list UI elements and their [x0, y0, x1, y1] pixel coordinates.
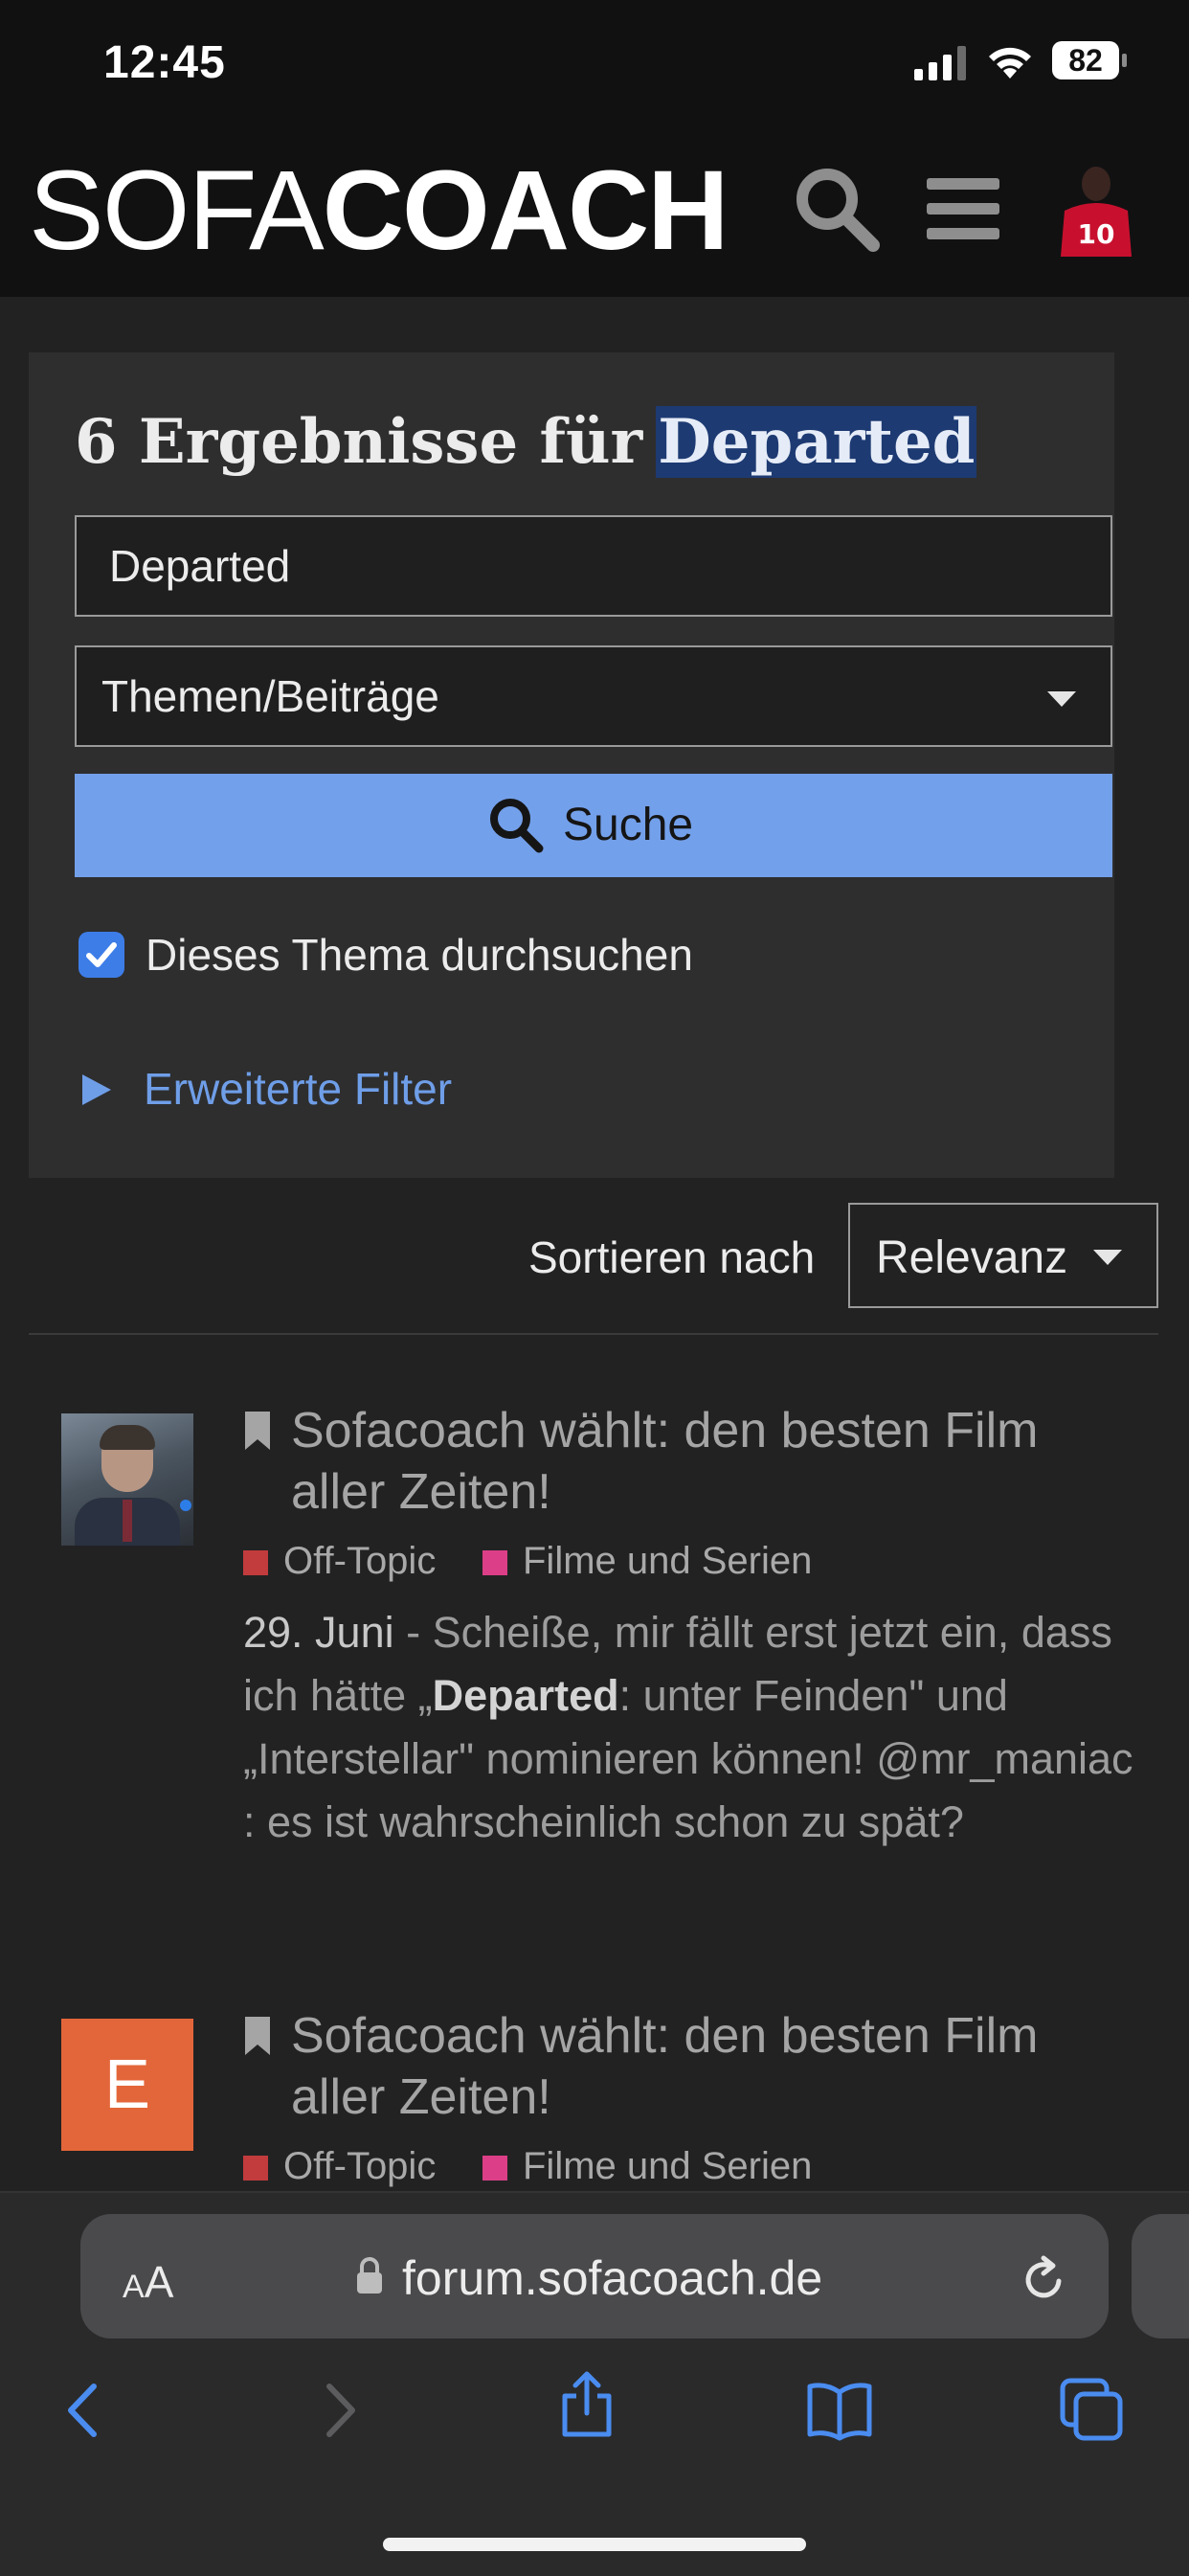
site-logo[interactable]: SOFACOACH — [29, 144, 729, 278]
advanced-filter-link[interactable]: Erweiterte Filter — [144, 1063, 452, 1115]
aa-small: A — [123, 2269, 145, 2305]
result-author-avatar[interactable] — [61, 1413, 193, 1546]
tag-color-offtopic — [243, 1550, 268, 1575]
tag-filme-serien[interactable]: Filme und Serien — [523, 1540, 812, 1583]
query-highlight: Departed — [656, 406, 977, 478]
result-snippet: 29. Juni - Scheiße, mir fällt erst jetzt… — [243, 1601, 1143, 1854]
tag-filme-serien[interactable]: Filme und Serien — [523, 2145, 812, 2188]
tag-offtopic[interactable]: Off-Topic — [283, 1540, 436, 1583]
chevron-down-icon — [1047, 691, 1076, 707]
tag-color-filme — [482, 2156, 507, 2181]
result-title-line: aller Zeiten! — [291, 2069, 551, 2125]
next-tab-pill[interactable] — [1132, 2214, 1189, 2339]
sort-label: Sortieren nach — [528, 1232, 816, 1282]
snippet-separator: - — [393, 1608, 433, 1657]
result-author-avatar[interactable]: E — [61, 2019, 193, 2151]
bookmark-icon — [245, 2017, 270, 2055]
tag-offtopic[interactable]: Off-Topic — [283, 2145, 436, 2188]
share-icon[interactable] — [553, 2371, 620, 2438]
search-this-thread-checkbox[interactable] — [79, 932, 124, 978]
status-time: 12:45 — [103, 37, 226, 88]
snippet-highlight: Departed — [432, 1671, 619, 1720]
user-avatar[interactable]: 10 — [1053, 161, 1139, 257]
svg-text:10: 10 — [1078, 218, 1115, 250]
search-input-value: Departed — [109, 541, 291, 591]
checkmark-icon — [86, 942, 117, 967]
result-title-link[interactable]: Sofacoach wählt: den besten Film aller Z… — [291, 2005, 1153, 2128]
chevron-down-icon — [1093, 1250, 1122, 1265]
bookmarks-icon[interactable] — [806, 2377, 873, 2444]
text-size-button[interactable]: AA — [123, 2256, 173, 2308]
disclosure-triangle-icon[interactable] — [82, 1074, 111, 1105]
forward-icon[interactable] — [304, 2377, 371, 2444]
cellular-signal-icon — [914, 46, 966, 80]
result-title-line: aller Zeiten! — [291, 1464, 551, 1520]
wifi-icon — [989, 47, 1031, 79]
search-icon[interactable] — [793, 165, 881, 253]
search-button-label: Suche — [563, 800, 694, 850]
battery-percent: 82 — [1068, 43, 1103, 78]
result-title-line: Sofacoach wählt: den besten Film — [291, 1403, 1039, 1458]
checkbox-label[interactable]: Dieses Thema durchsuchen — [146, 929, 693, 981]
aa-large: A — [144, 2257, 174, 2307]
search-icon — [490, 799, 544, 853]
sort-value: Relevanz — [876, 1232, 1068, 1283]
logo-text-bold: COACH — [322, 147, 729, 274]
reload-icon[interactable] — [1021, 2252, 1068, 2304]
result-title-line: Sofacoach wählt: den besten Film — [291, 2008, 1039, 2064]
back-icon[interactable] — [52, 2377, 119, 2444]
tabs-icon[interactable] — [1059, 2377, 1126, 2444]
results-heading: 6 Ergebnisse für Departed — [75, 406, 977, 478]
result-title-link[interactable]: Sofacoach wählt: den besten Film aller Z… — [291, 1400, 1153, 1523]
bookmark-icon — [245, 1412, 270, 1450]
home-indicator — [383, 2538, 806, 2551]
result-date: 29. Juni — [243, 1608, 394, 1657]
lock-icon — [357, 2257, 382, 2294]
search-scope-value: Themen/Beiträge — [101, 671, 439, 721]
battery-indicator: 82 — [1051, 40, 1128, 80]
divider — [29, 1333, 1158, 1335]
menu-icon[interactable] — [927, 178, 999, 239]
tag-color-filme — [482, 1550, 507, 1575]
logo-text-light: SOFA — [29, 147, 325, 274]
results-count-text: 6 Ergebnisse für — [75, 406, 643, 478]
tag-color-offtopic — [243, 2156, 268, 2181]
address-bar-url: forum.sofacoach.de — [402, 2251, 823, 2305]
